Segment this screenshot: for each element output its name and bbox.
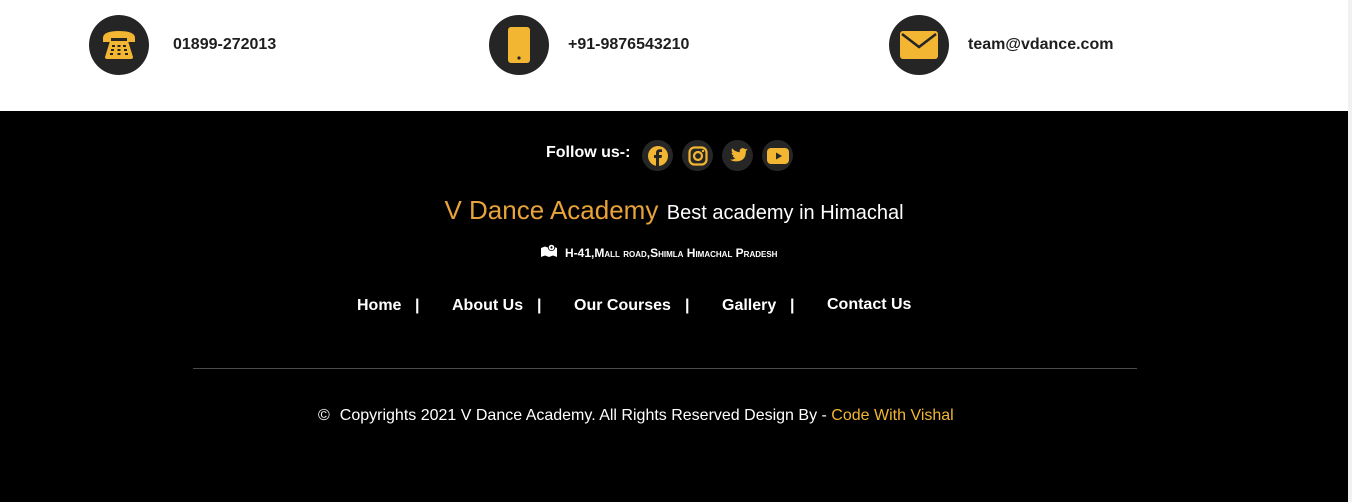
mobile-phone-icon bbox=[489, 15, 549, 75]
nav-separator: | bbox=[685, 297, 690, 314]
brand-row: V Dance Academy Best academy in Himachal bbox=[0, 195, 1348, 226]
email-address: team@vdance.com bbox=[968, 36, 1114, 53]
follow-us-label: Follow us-: bbox=[546, 144, 631, 161]
scrollbar-edge bbox=[1348, 0, 1352, 502]
footer: Follow us-: V Dance Academy Best academy… bbox=[0, 111, 1348, 502]
page: 01899-272013 +91-9876543210 team@vdance.… bbox=[0, 0, 1352, 502]
nav-about-us[interactable]: About Us bbox=[452, 297, 523, 315]
brand-tagline: Best academy in Himachal bbox=[666, 202, 904, 224]
copyright-text: Copyrights 2021 V Dance Academy. All Rig… bbox=[339, 407, 832, 424]
nav-separator: | bbox=[537, 297, 542, 314]
contact-mobile[interactable]: +91-9876543210 bbox=[489, 15, 689, 75]
facebook-icon[interactable] bbox=[642, 140, 674, 171]
contact-email[interactable]: team@vdance.com bbox=[889, 15, 1113, 75]
footer-nav: Home | About Us | Our Courses | Gallery … bbox=[0, 296, 1348, 321]
twitter-icon[interactable] bbox=[722, 140, 754, 171]
map-icon bbox=[541, 243, 557, 262]
envelope-icon bbox=[889, 15, 949, 75]
contact-phone[interactable]: 01899-272013 bbox=[89, 15, 276, 75]
instagram-icon[interactable] bbox=[682, 140, 714, 171]
phone-number: 01899-272013 bbox=[173, 36, 277, 53]
contact-strip: 01899-272013 +91-9876543210 team@vdance.… bbox=[0, 0, 1348, 111]
nav-contact-us[interactable]: Contact Us bbox=[827, 296, 911, 314]
nav-gallery[interactable]: Gallery bbox=[722, 297, 776, 315]
copyright-symbol: © bbox=[318, 407, 330, 424]
copyright: © Copyrights 2021 V Dance Academy. All Ri… bbox=[318, 407, 954, 425]
footer-divider bbox=[193, 368, 1137, 369]
brand-name: V Dance Academy bbox=[444, 195, 659, 225]
nav-home[interactable]: Home bbox=[357, 297, 401, 315]
youtube-icon[interactable] bbox=[762, 140, 794, 171]
address-text: H-41,Mall road,Shimla Himachal Pradesh bbox=[565, 246, 778, 260]
nav-separator: | bbox=[790, 297, 795, 314]
nav-our-courses[interactable]: Our Courses bbox=[574, 297, 671, 315]
social-links: Follow us-: bbox=[546, 140, 802, 172]
mobile-number: +91-9876543210 bbox=[568, 36, 690, 53]
nav-separator: | bbox=[415, 297, 420, 314]
telephone-icon bbox=[89, 15, 149, 75]
address: H-41,Mall road,Shimla Himachal Pradesh bbox=[541, 243, 778, 262]
author-link[interactable]: Code With Vishal bbox=[831, 407, 953, 424]
